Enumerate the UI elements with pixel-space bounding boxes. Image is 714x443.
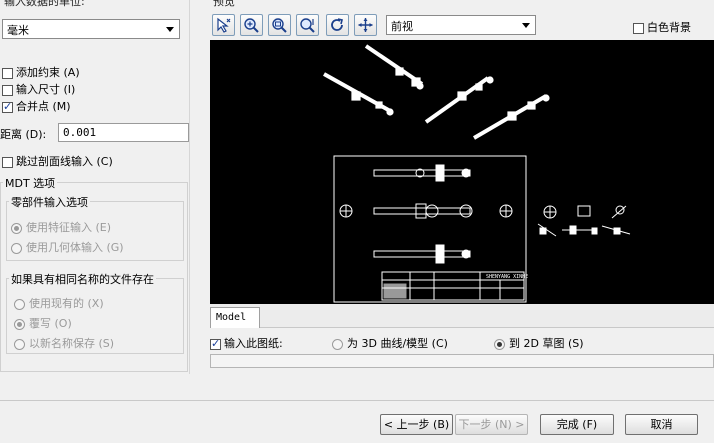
save-new-name-label: 以新名称保存 (S) — [29, 337, 115, 350]
add-constraints-label: 添加约束 (A) — [16, 66, 80, 79]
zoom-window-button[interactable] — [268, 14, 291, 36]
tab-model[interactable]: Model — [210, 307, 260, 328]
white-bg-label: 白色背景 — [647, 21, 691, 34]
input-dimensions-label: 输入尺寸 (I) — [16, 83, 76, 96]
checkbox-box — [2, 67, 13, 79]
pan-button[interactable] — [354, 14, 377, 36]
use-existing-radio[interactable]: 使用现有的 (X) — [14, 295, 104, 311]
use-existing-label: 使用现有的 (X) — [29, 297, 104, 310]
part-input-title: 零部件输入选项 — [9, 194, 90, 210]
pan-icon — [358, 18, 373, 32]
finish-button[interactable]: 完成 (F) — [540, 414, 614, 435]
zoom-window-icon — [272, 18, 287, 33]
radio-dot — [14, 338, 25, 350]
zoom-extents-button[interactable] — [296, 14, 319, 36]
checkbox-box — [2, 84, 13, 96]
use-geometry-input-label: 使用几何体输入 (G) — [26, 241, 124, 254]
preview-label: 预览 — [213, 0, 235, 8]
isometric-parts — [323, 44, 550, 140]
radio-dot — [14, 318, 25, 330]
drawing-preview-svg: SHENYANG XINHE — [323, 44, 631, 303]
zoom-in-button[interactable] — [240, 14, 263, 36]
units-label: 输入数据的单位: — [4, 0, 85, 8]
select-objects-button[interactable] — [212, 14, 235, 36]
select-objects-icon — [217, 17, 231, 33]
merge-points-checkbox[interactable]: 合并点 (M) — [2, 98, 71, 114]
to-3d-label: 为 3D 曲线/模型 (C) — [347, 337, 448, 350]
chevron-down-icon — [166, 27, 174, 32]
checkbox-box-checked — [2, 100, 13, 113]
to-3d-radio[interactable]: 为 3D 曲线/模型 (C) — [332, 335, 448, 351]
units-select-value: 毫米 — [7, 24, 29, 37]
to-2d-radio[interactable]: 到 2D 草图 (S) — [494, 335, 584, 351]
file-exists-title: 如果具有相同名称的文件存在 — [9, 271, 156, 287]
use-geometry-input-radio[interactable]: 使用几何体输入 (G) — [11, 239, 124, 255]
units-select[interactable]: 毫米 — [2, 19, 180, 39]
save-new-name-radio[interactable]: 以新名称保存 (S) — [14, 335, 114, 351]
white-bg-checkbox[interactable]: 白色背景 — [633, 19, 691, 35]
refresh-button[interactable] — [326, 14, 349, 36]
skip-section-lines-label: 跳过剖面线输入 (C) — [16, 155, 113, 168]
distance-input[interactable]: 0.001 — [58, 123, 189, 142]
dialog-separator — [0, 400, 714, 401]
input-this-drawing-label: 输入此图纸: — [224, 337, 283, 350]
next-button[interactable]: 下一步 (N) > — [455, 414, 528, 435]
skip-section-lines-checkbox[interactable]: 跳过剖面线输入 (C) — [2, 153, 113, 169]
zoom-extents-icon — [300, 18, 315, 33]
distance-label: 距离 (D): — [0, 128, 47, 141]
input-this-drawing-checkbox[interactable]: 输入此图纸: — [210, 335, 283, 351]
refresh-icon — [331, 18, 343, 31]
zoom-in-icon — [244, 18, 259, 33]
checkbox-box — [2, 156, 13, 168]
detail-views — [537, 205, 631, 237]
view-select[interactable]: 前视 — [386, 15, 536, 35]
use-feature-input-label: 使用特征输入 (E) — [26, 221, 112, 234]
back-button[interactable]: < 上一步 (B) — [380, 414, 453, 435]
options-panel: 输入数据的单位: 毫米 添加约束 (A) 输入尺寸 (I) 合并点 (M) 距离… — [0, 0, 190, 374]
mdt-options-title: MDT 选项 — [3, 175, 58, 191]
radio-dot — [11, 242, 22, 254]
input-dimensions-checkbox[interactable]: 输入尺寸 (I) — [2, 81, 75, 97]
merge-points-label: 合并点 (M) — [16, 100, 71, 113]
layout-tab-bar — [210, 304, 714, 328]
checkbox-box-checked — [210, 337, 221, 350]
progress-bar — [210, 354, 714, 368]
overwrite-label: 覆写 (O) — [29, 317, 72, 330]
overwrite-radio[interactable]: 覆写 (O) — [14, 315, 72, 331]
cancel-button[interactable]: 取消 — [625, 414, 698, 435]
checkbox-box — [633, 22, 644, 34]
radio-dot — [332, 338, 343, 350]
title-block-text: SHENYANG XINHE — [486, 274, 528, 280]
add-constraints-checkbox[interactable]: 添加约束 (A) — [2, 64, 80, 80]
to-2d-label: 到 2D 草图 (S) — [509, 337, 584, 350]
view-select-value: 前视 — [391, 20, 413, 33]
chevron-down-icon — [522, 23, 530, 28]
radio-dot — [494, 338, 505, 350]
use-feature-input-radio[interactable]: 使用特征输入 (E) — [11, 219, 111, 235]
drawing-preview[interactable]: SHENYANG XINHE — [210, 40, 714, 304]
radio-dot — [11, 222, 22, 234]
radio-dot — [14, 298, 25, 310]
